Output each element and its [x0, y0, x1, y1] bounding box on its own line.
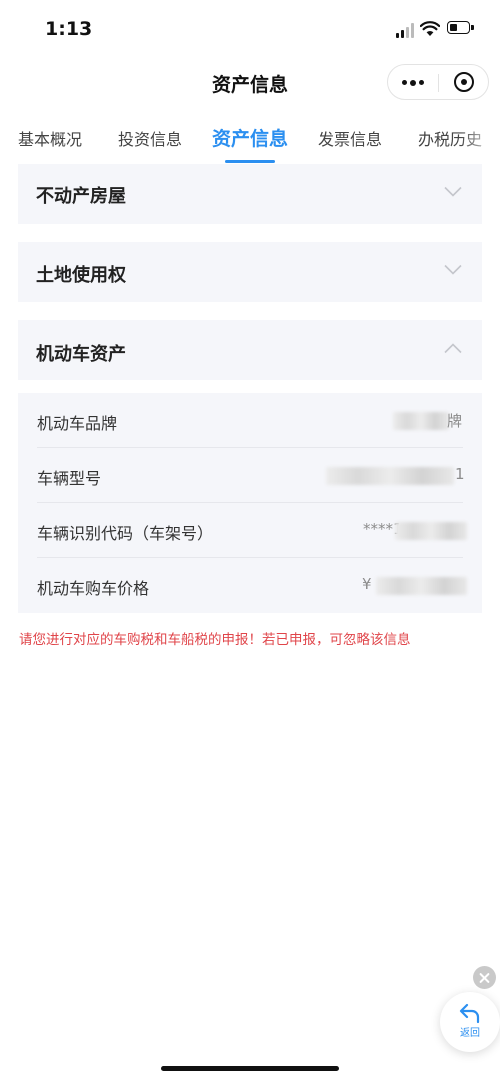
tax-reminder-notice: 请您进行对应的车购税和车船税的申报！若已申报，可忽略该信息 — [19, 632, 411, 648]
section-vehicle[interactable]: 机动车资产 — [18, 320, 482, 380]
detail-value: ¥ — [362, 575, 372, 593]
detail-row-vin: 车辆识别代码（车架号） ****1 — [18, 503, 482, 558]
section-land-use[interactable]: 土地使用权 — [18, 242, 482, 302]
close-miniprogram-button[interactable] — [439, 65, 489, 99]
chevron-down-icon — [444, 186, 462, 197]
active-tab-indicator — [225, 160, 275, 163]
detail-label: 机动车购车价格 — [37, 579, 150, 598]
detail-row-model: 车辆型号 1 — [18, 448, 482, 503]
redacted-value — [395, 522, 467, 540]
tab-investment-info[interactable]: 投资信息 — [118, 126, 182, 150]
status-time: 1:13 — [45, 18, 93, 40]
section-title: 不动产房屋 — [36, 186, 126, 207]
detail-label: 机动车品牌 — [37, 414, 118, 433]
return-arrow-icon — [459, 1003, 480, 1024]
section-real-estate[interactable]: 不动产房屋 — [18, 164, 482, 224]
tab-asset-info[interactable]: 资产信息 — [212, 124, 288, 151]
redacted-value — [393, 412, 449, 430]
floating-close-button[interactable] — [473, 966, 496, 989]
more-button[interactable] — [388, 65, 438, 99]
section-title: 机动车资产 — [36, 344, 126, 365]
back-button[interactable]: 返回 — [440, 992, 500, 1052]
miniprogram-capsule — [387, 64, 489, 100]
home-indicator[interactable] — [161, 1066, 339, 1071]
cellular-signal-icon — [396, 22, 416, 38]
detail-label: 车辆型号 — [37, 469, 102, 488]
wifi-icon — [420, 21, 440, 36]
status-bar: 1:13 — [0, 0, 500, 60]
navigation-bar: 资产信息 — [0, 60, 500, 104]
redacted-value — [326, 467, 454, 485]
detail-value: 1 — [455, 465, 465, 483]
tab-bar: 基本概况 投资信息 资产信息 发票信息 办税历史 — [0, 112, 500, 164]
tab-invoice-info[interactable]: 发票信息 — [318, 126, 382, 150]
redacted-value — [376, 577, 467, 595]
section-title: 土地使用权 — [36, 265, 126, 286]
back-label: 返回 — [460, 1028, 480, 1039]
more-dots-icon — [402, 80, 407, 85]
chevron-up-icon — [444, 343, 462, 354]
vehicle-details: 机动车品牌 牌 车辆型号 1 车辆识别代码（车架号） ****1 机动车购车价格… — [18, 393, 482, 613]
battery-icon — [447, 21, 475, 36]
tab-basic-overview[interactable]: 基本概况 — [18, 126, 82, 150]
detail-value: 牌 — [447, 412, 463, 430]
detail-label: 车辆识别代码（车架号） — [37, 524, 214, 543]
chevron-down-icon — [444, 264, 462, 275]
detail-row-brand: 机动车品牌 牌 — [18, 393, 482, 448]
detail-row-price: 机动车购车价格 ¥ — [18, 558, 482, 613]
